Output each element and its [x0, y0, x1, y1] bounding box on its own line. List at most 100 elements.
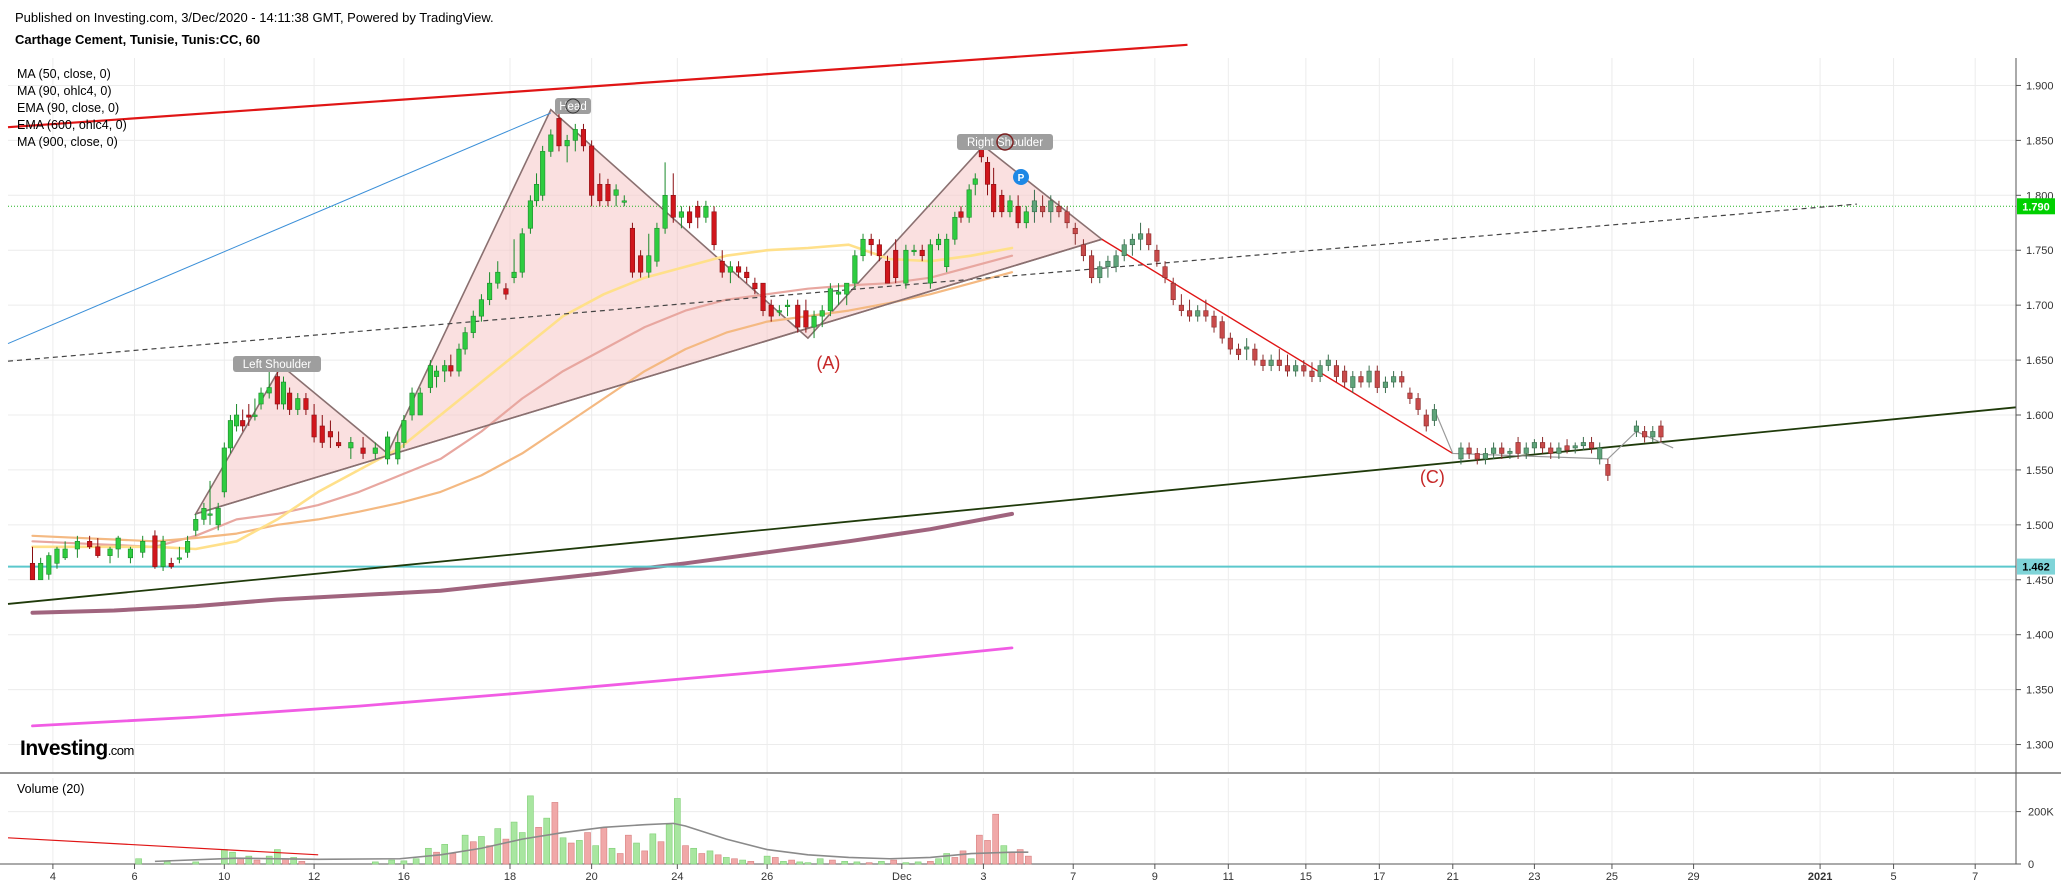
volume-bar: [796, 861, 804, 865]
x-tick-label: 2021: [1808, 871, 1832, 883]
price-chart[interactable]: Head Left Shoulder Right Shoulder P (A) …: [0, 0, 2061, 888]
volume-bar: [135, 858, 142, 865]
candle-body: [548, 134, 554, 152]
candle-body: [972, 178, 978, 185]
pattern-marker-badge[interactable]: P: [1013, 169, 1029, 185]
candle-body: [1564, 445, 1570, 451]
price-tag-label: 1.790: [2022, 201, 2050, 213]
candle-body: [295, 398, 301, 410]
volume-bar: [298, 861, 306, 865]
indicator-ma50[interactable]: MA (50, close, 0): [17, 66, 127, 83]
volume-bar: [788, 859, 795, 865]
candle-body: [160, 541, 166, 567]
indicator-ma900[interactable]: MA (900, close, 0): [17, 134, 127, 151]
candle-body: [1540, 442, 1546, 449]
x-tick-label: 18: [504, 871, 516, 883]
candle-body: [795, 304, 801, 328]
y-tick-label: 1.850: [2026, 135, 2054, 147]
candle-body: [803, 310, 809, 328]
candle-body: [503, 288, 509, 295]
volume-bar: [237, 858, 244, 865]
candle-body: [266, 387, 272, 394]
x-tick-label: 24: [671, 871, 683, 883]
candle-body: [911, 249, 917, 253]
candle-body: [1089, 255, 1095, 278]
volume-bar: [927, 861, 934, 865]
candle-body: [1507, 450, 1513, 454]
indicator-ema90[interactable]: EMA (90, close, 0): [17, 100, 127, 117]
candle-body: [1113, 255, 1119, 268]
candle-body: [1499, 447, 1505, 454]
x-tick-label: 7: [1972, 871, 1978, 883]
candle-body: [1458, 447, 1464, 460]
x-tick-label: 5: [1890, 871, 1896, 883]
candle-body: [29, 562, 36, 581]
candle-body: [168, 562, 174, 567]
candle-body: [1195, 310, 1201, 317]
volume-bar: [723, 857, 730, 865]
candle-body: [258, 392, 264, 405]
candle-body: [38, 562, 44, 581]
candle-body: [638, 255, 644, 273]
candle-body: [935, 238, 942, 246]
candle-body: [215, 508, 221, 526]
candle-body: [1333, 365, 1340, 377]
volume-bar: [674, 798, 681, 865]
candle-body: [1178, 304, 1184, 311]
candle-body: [776, 310, 782, 313]
candle-body: [613, 189, 619, 196]
volume-bar: [600, 827, 608, 865]
volume-bar: [816, 858, 824, 865]
candle-body: [852, 255, 858, 284]
candle-body: [1325, 359, 1331, 366]
volume-bar: [625, 834, 632, 865]
volume-bar: [690, 847, 697, 865]
candle-body: [1605, 464, 1611, 476]
indicator-ma90[interactable]: MA (90, ohlc4, 0): [17, 83, 127, 100]
volume-bar: [992, 813, 999, 865]
volume-bar: [478, 836, 485, 865]
volume-label[interactable]: Volume (20): [17, 782, 84, 796]
candle-body: [62, 548, 68, 559]
volume-bar: [714, 854, 722, 865]
volume-bar: [890, 859, 897, 865]
volume-bar: [543, 817, 551, 865]
candle-body: [744, 271, 750, 278]
candle-body: [1515, 442, 1521, 454]
volume-bar: [935, 858, 942, 865]
moving-average-line: [31, 646, 1014, 728]
head-label: Head: [555, 98, 591, 114]
candle-body: [511, 271, 517, 278]
y-tick-label: 1.650: [2026, 355, 2054, 367]
candle-body: [984, 162, 991, 185]
candle-body: [1358, 376, 1364, 383]
x-tick-label: 25: [1606, 871, 1618, 883]
volume-bar: [412, 858, 420, 865]
x-tick-label: 10: [218, 871, 230, 883]
y-tick-label: 1.900: [2026, 80, 2054, 92]
right-shoulder-label-text: Right Shoulder: [967, 137, 1043, 149]
candle-body: [107, 548, 113, 556]
candle-body: [462, 332, 468, 350]
volume-bar: [649, 833, 657, 865]
candle-body: [385, 436, 391, 460]
volume-bar: [372, 861, 379, 865]
y-tick-label: 1.300: [2026, 740, 2054, 752]
y-tick-label: 1.550: [2026, 465, 2054, 477]
indicator-ema600[interactable]: EMA (600, ohlc4, 0): [17, 117, 127, 134]
candle-body: [495, 271, 501, 284]
volume-trendline: [7, 837, 319, 856]
candle-body: [868, 238, 874, 246]
candle-body: [409, 392, 415, 416]
volume-bar: [265, 855, 273, 865]
candle-body: [1080, 244, 1086, 257]
x-tick-label: 21: [1447, 871, 1459, 883]
volume-bar: [1000, 845, 1008, 865]
volume-bar: [221, 849, 228, 865]
candle-body: [1260, 359, 1266, 366]
candle-body: [1580, 442, 1586, 447]
volume-bar: [706, 850, 714, 865]
candle-body: [884, 260, 891, 284]
candle-body: [1227, 337, 1233, 350]
volume-bar: [461, 834, 469, 865]
